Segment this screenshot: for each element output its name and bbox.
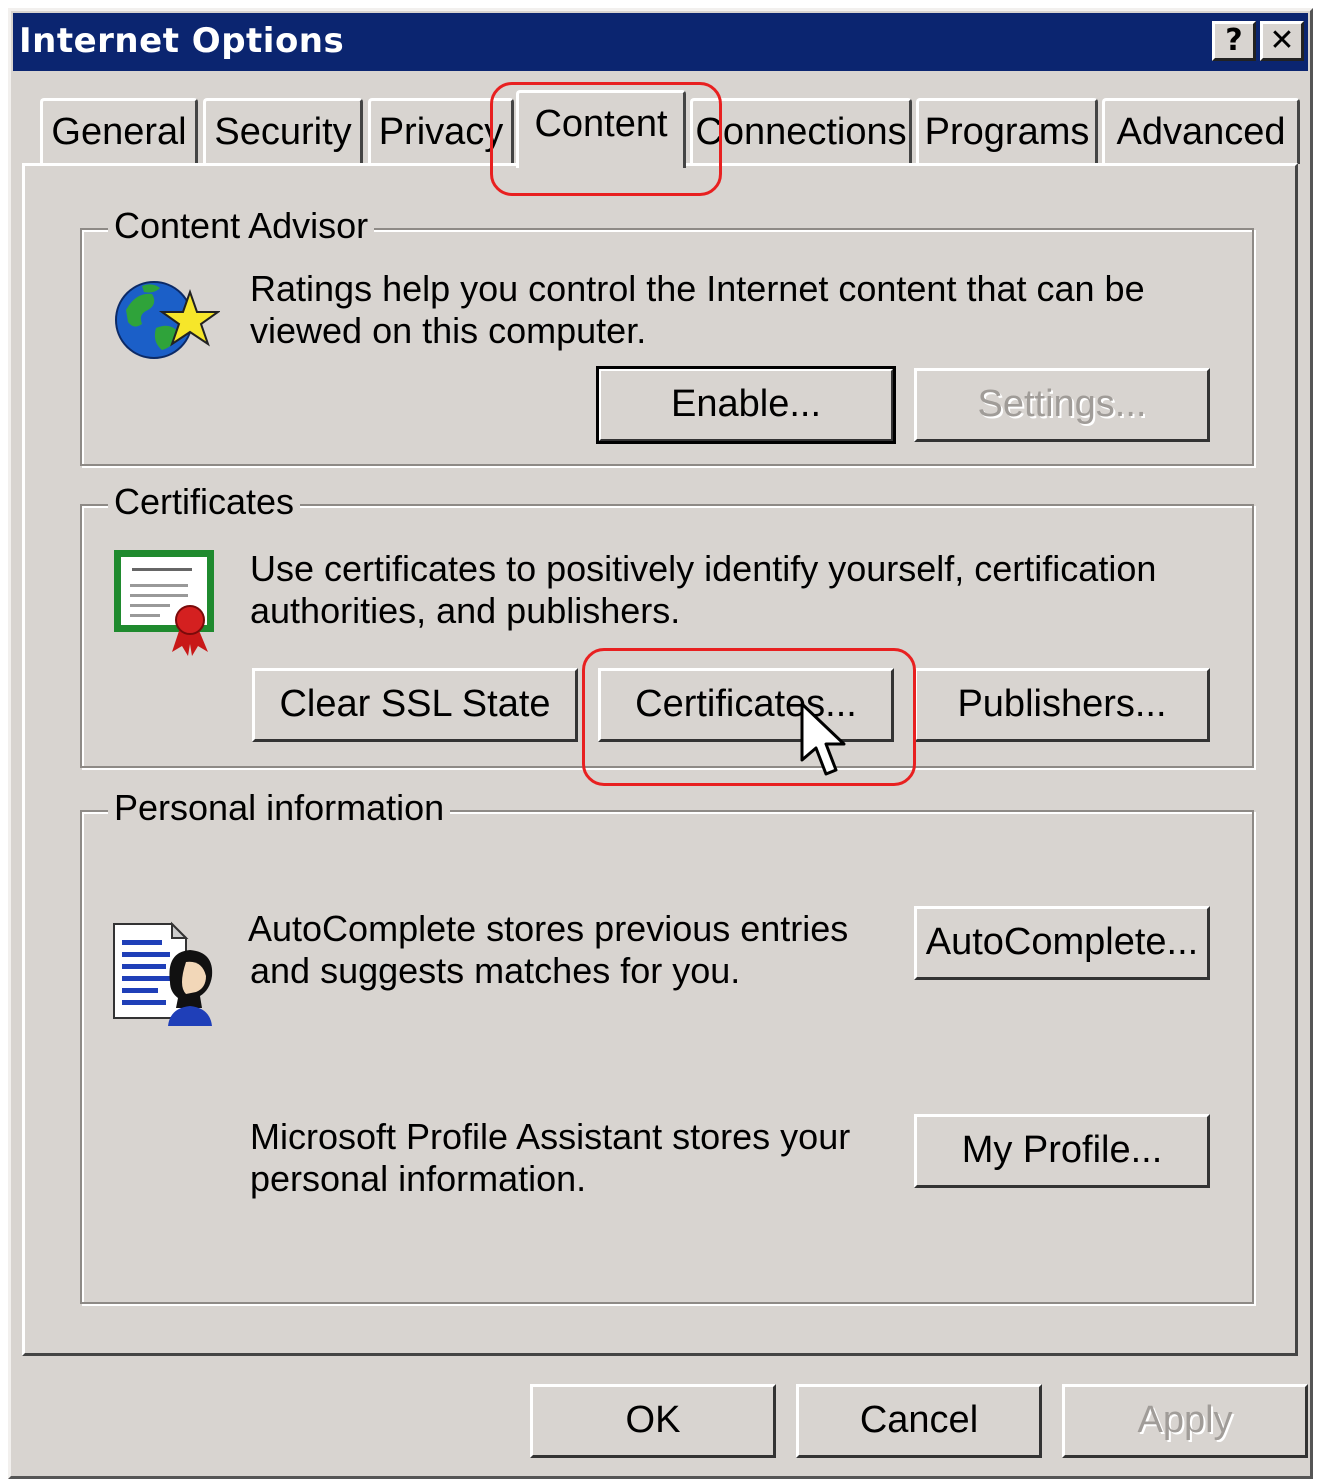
globe-star-icon: [112, 274, 222, 367]
ok-button[interactable]: OK: [530, 1384, 776, 1458]
certificates-label: Certificates: [108, 482, 301, 522]
window-title: Internet Options: [19, 21, 345, 61]
title-bar[interactable]: Internet Options ? ✕: [13, 13, 1308, 71]
content-advisor-description-line2: viewed on this computer.: [250, 310, 647, 351]
clear-ssl-state-button[interactable]: Clear SSL State: [252, 668, 578, 742]
help-button[interactable]: ?: [1212, 21, 1256, 61]
profile-description-line2: personal information.: [250, 1158, 587, 1199]
autocomplete-profile-icon: [112, 918, 220, 1031]
cancel-button[interactable]: Cancel: [796, 1384, 1042, 1458]
tab-advanced[interactable]: Advanced: [1102, 98, 1300, 164]
autocomplete-description-line1: AutoComplete stores previous entries: [248, 908, 849, 949]
publishers-button[interactable]: Publishers...: [914, 668, 1210, 742]
close-button[interactable]: ✕: [1260, 21, 1304, 61]
tab-content[interactable]: Content: [516, 90, 686, 168]
apply-button: Apply: [1062, 1384, 1308, 1458]
enable-button[interactable]: Enable...: [596, 366, 896, 444]
content-advisor-label: Content Advisor: [108, 206, 375, 246]
certificate-icon: [112, 548, 220, 663]
tab-general[interactable]: General: [40, 98, 198, 164]
tab-privacy[interactable]: Privacy: [368, 98, 514, 164]
autocomplete-button[interactable]: AutoComplete...: [914, 906, 1210, 980]
personal-information-label: Personal information: [108, 788, 451, 828]
content-advisor-description-line1: Ratings help you control the Internet co…: [250, 268, 1145, 309]
tab-programs[interactable]: Programs: [916, 98, 1098, 164]
certificates-button[interactable]: Certificates...: [598, 668, 894, 742]
personal-information-group: Personal information: [80, 788, 1254, 1304]
mouse-pointer-icon: [800, 702, 846, 783]
certificates-description-line2: authorities, and publishers.: [250, 590, 681, 631]
my-profile-button[interactable]: My Profile...: [914, 1114, 1210, 1188]
profile-description-line1: Microsoft Profile Assistant stores your: [250, 1116, 851, 1157]
settings-button: Settings...: [914, 368, 1210, 442]
tab-security[interactable]: Security: [203, 98, 363, 164]
certificates-description-line1: Use certificates to positively identify …: [250, 548, 1157, 589]
autocomplete-description-line2: and suggests matches for you.: [250, 950, 741, 991]
tab-connections[interactable]: Connections: [690, 98, 912, 164]
